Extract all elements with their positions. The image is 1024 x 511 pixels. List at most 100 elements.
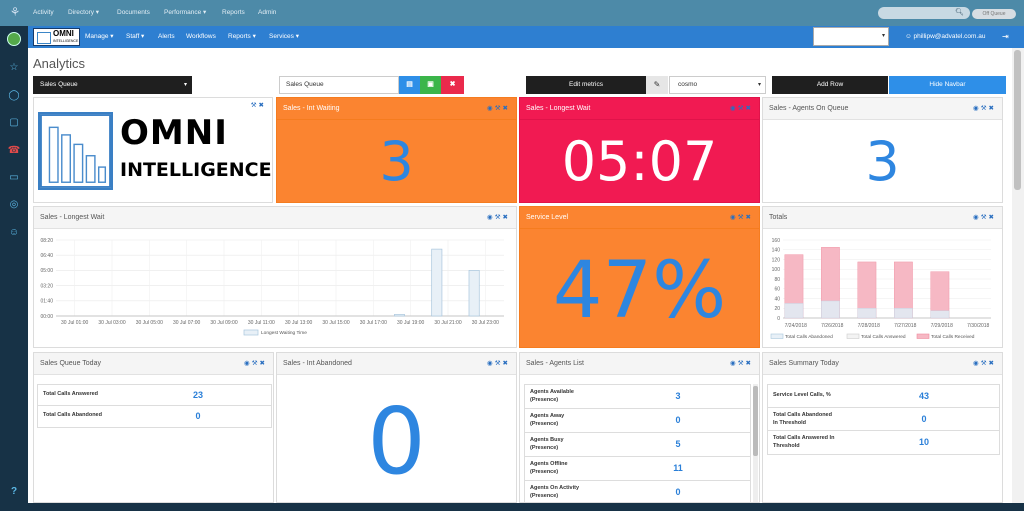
row-value: 0: [675, 487, 681, 497]
close-icon[interactable]: ✖: [746, 360, 753, 367]
close-icon[interactable]: ✖: [260, 360, 267, 367]
close-icon[interactable]: ✖: [503, 105, 510, 112]
close-icon[interactable]: ✖: [503, 214, 510, 221]
wrench-icon[interactable]: ⚒: [495, 360, 503, 367]
close-icon[interactable]: ✖: [503, 360, 510, 367]
theme-select[interactable]: cosmo ▾: [669, 76, 766, 94]
wrench-icon[interactable]: ⚒: [251, 102, 259, 109]
save-icon: ▣: [427, 81, 434, 88]
widget-controls[interactable]: ◉⚒✖: [730, 353, 753, 375]
page-scrollbar-thumb[interactable]: [1014, 50, 1021, 190]
nav-alerts[interactable]: Alerts: [158, 26, 175, 48]
add-row-button[interactable]: Add Row: [772, 76, 888, 94]
delete-dashboard-button[interactable]: ✖: [441, 76, 464, 94]
close-icon[interactable]: ✖: [259, 102, 266, 109]
nav-reports[interactable]: Reports ▾: [228, 26, 256, 48]
help-ring-icon[interactable]: ◎: [7, 198, 21, 212]
topnav-documents[interactable]: Documents: [117, 0, 150, 26]
wrench-icon[interactable]: ⚒: [981, 105, 989, 112]
wrench-icon[interactable]: ⚒: [738, 105, 746, 112]
widget-controls[interactable]: ◉⚒✖: [973, 98, 996, 120]
nav-workflows[interactable]: Workflows: [186, 26, 216, 48]
star-icon[interactable]: ☆: [7, 61, 21, 75]
user-avatar[interactable]: [7, 32, 21, 46]
new-dashboard-button[interactable]: ▤: [399, 76, 420, 94]
widget-controls[interactable]: ◉⚒✖: [973, 353, 996, 375]
queue-select[interactable]: Sales Queue ▾: [33, 76, 192, 94]
widget-header: Totals ◉⚒✖: [763, 207, 1002, 229]
wrench-icon[interactable]: ⚒: [495, 105, 503, 112]
inbox-icon[interactable]: ▭: [7, 171, 21, 185]
eye-icon[interactable]: ◉: [973, 360, 981, 367]
global-search-input[interactable]: 🔍︎: [878, 7, 970, 19]
logout-icon[interactable]: ⇥: [1002, 26, 1009, 48]
eye-icon[interactable]: ◉: [487, 360, 495, 367]
wrench-icon[interactable]: ⚒: [981, 360, 989, 367]
widget-controls[interactable]: ◉⚒✖: [487, 98, 510, 120]
wrench-icon[interactable]: ⚒: [252, 360, 260, 367]
eye-icon[interactable]: ◉: [730, 105, 738, 112]
topnav-admin[interactable]: Admin: [258, 0, 276, 26]
nav-manage[interactable]: Manage ▾: [85, 26, 114, 48]
chat-icon[interactable]: ◯: [7, 89, 21, 103]
table-row: Service Level Calls, % 43: [768, 385, 999, 408]
brand-bars-icon: [37, 32, 51, 44]
eye-icon[interactable]: ◉: [973, 105, 981, 112]
row-value: 0: [921, 414, 927, 424]
hide-navbar-button[interactable]: Hide Navbar: [889, 76, 1006, 94]
row-value: 10: [918, 437, 929, 447]
y-tick-label: 0: [777, 316, 780, 322]
eye-icon[interactable]: ◉: [487, 214, 495, 221]
eye-icon[interactable]: ◉: [244, 360, 252, 367]
table-row: Agents Available (Presence) 3: [525, 385, 750, 409]
eye-icon[interactable]: ◉: [973, 214, 981, 221]
row-sublabel: Threshold: [773, 443, 800, 449]
eye-icon[interactable]: ◉: [730, 360, 738, 367]
close-icon[interactable]: ✖: [746, 214, 753, 221]
wrench-icon[interactable]: ⚒: [738, 360, 746, 367]
topnav-performance[interactable]: Performance ▾: [164, 0, 206, 26]
widget-controls[interactable]: ◉⚒✖: [973, 207, 996, 229]
int-waiting-widget: Sales - Int Waiting ◉⚒✖ 3: [276, 97, 517, 203]
help-icon[interactable]: ?: [7, 485, 21, 499]
bar-answered: [930, 310, 950, 319]
widget-title: Sales - Longest Wait: [40, 214, 105, 221]
user-account-link[interactable]: ☺ phillipw@advatel.com.au: [905, 26, 985, 48]
close-icon[interactable]: ✖: [989, 214, 996, 221]
omni-brand-logo[interactable]: OMNI INTELLIGENCE: [33, 28, 80, 46]
navbar-dropdown[interactable]: ▾: [813, 27, 889, 46]
agents-list-scrollbar[interactable]: [753, 384, 758, 502]
dashboard-name-input[interactable]: Sales Queue: [279, 76, 399, 94]
theme-wrench-button[interactable]: ✎: [646, 76, 668, 94]
queue-status-toggle[interactable]: Off Queue: [972, 9, 1016, 19]
topnav-directory[interactable]: Directory ▾: [68, 0, 99, 26]
widget-controls[interactable]: ◉⚒✖: [730, 207, 753, 229]
save-dashboard-button[interactable]: ▣: [420, 76, 441, 94]
longest-wait-value: 05:07: [561, 130, 718, 193]
wrench-icon[interactable]: ⚒: [981, 214, 989, 221]
video-icon[interactable]: ▢: [7, 116, 21, 130]
close-icon[interactable]: ✖: [989, 360, 996, 367]
close-icon[interactable]: ✖: [746, 105, 753, 112]
eye-icon[interactable]: ◉: [487, 105, 495, 112]
edit-metrics-button[interactable]: Edit metrics: [526, 76, 646, 94]
topnav-activity[interactable]: Activity: [33, 0, 54, 26]
row-sublabel: (Presence): [530, 469, 559, 475]
agents-list-scrollbar-thumb[interactable]: [753, 386, 758, 456]
widget-controls[interactable]: ◉⚒✖: [487, 207, 510, 229]
queue-select-value: Sales Queue: [40, 81, 78, 88]
wrench-icon[interactable]: ⚒: [495, 214, 503, 221]
add-user-icon[interactable]: ☺: [7, 226, 21, 240]
widget-controls[interactable]: ◉⚒✖: [487, 353, 510, 375]
phone-icon[interactable]: ☎: [7, 144, 21, 158]
eye-icon[interactable]: ◉: [730, 214, 738, 221]
widget-controls[interactable]: ⚒✖: [251, 100, 266, 112]
widget-controls[interactable]: ◉⚒✖: [730, 98, 753, 120]
app-logo-icon[interactable]: ⚘: [8, 5, 22, 19]
nav-services[interactable]: Services ▾: [269, 26, 299, 48]
topnav-reports[interactable]: Reports: [222, 0, 245, 26]
widget-controls[interactable]: ◉⚒✖: [244, 353, 267, 375]
wrench-icon[interactable]: ⚒: [738, 214, 746, 221]
close-icon[interactable]: ✖: [989, 105, 996, 112]
nav-staff[interactable]: Staff ▾: [126, 26, 144, 48]
